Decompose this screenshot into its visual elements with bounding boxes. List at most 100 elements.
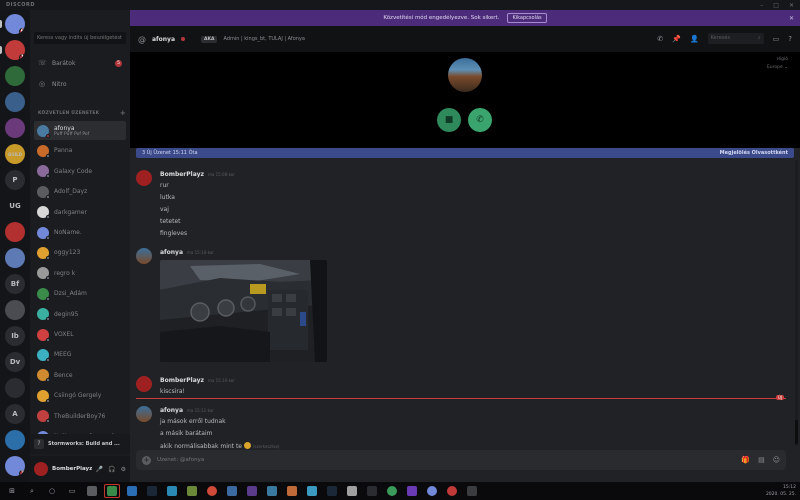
dm-list-item[interactable]: MEEG (34, 345, 126, 364)
author-avatar[interactable] (136, 170, 152, 186)
dm-list-item[interactable]: TheBuilderBoy76 (34, 407, 126, 426)
message-author[interactable]: afonya (160, 407, 183, 414)
server-icon[interactable]: A (5, 404, 25, 424)
dm-search-input[interactable] (34, 32, 126, 44)
server-icon[interactable] (5, 118, 25, 138)
upload-plus-icon[interactable]: + (142, 455, 151, 465)
app-icon[interactable] (344, 484, 360, 498)
discord-icon[interactable] (424, 484, 440, 498)
chrome-icon[interactable] (204, 484, 220, 498)
dm-list-item[interactable]: Dzsi_Ádám (34, 284, 126, 303)
server-icon[interactable] (5, 430, 25, 450)
message-author[interactable]: afonya (160, 249, 183, 256)
new-messages-bar[interactable]: 3 Új Üzenet 15:11 Óta Megjelölés Olvasot… (136, 148, 794, 158)
author-avatar[interactable] (136, 248, 152, 264)
app-icon[interactable] (244, 484, 260, 498)
store-icon[interactable] (84, 484, 100, 498)
video-call-button[interactable]: ■ (437, 108, 461, 132)
message-author[interactable]: BomberPlayz (160, 377, 204, 384)
vscode-icon[interactable] (124, 484, 140, 498)
dm-list-item[interactable]: Panna (34, 141, 126, 160)
server-icon[interactable] (5, 248, 25, 268)
nitro-nav-item[interactable]: ◎ Nitro (34, 76, 126, 92)
user-settings-gear-icon[interactable]: ⚙ (121, 466, 126, 473)
steam-icon[interactable] (144, 484, 160, 498)
message-scrollbar[interactable] (795, 160, 798, 446)
help-icon[interactable]: ? (788, 35, 792, 43)
screenshot-icon[interactable] (224, 484, 240, 498)
server-icon[interactable]: Ib (5, 326, 25, 346)
region-selector[interactable]: régió Europe ⌄ (767, 56, 788, 72)
server-icon[interactable]: Dv (5, 352, 25, 372)
dm-list-item[interactable]: NoName. (34, 223, 126, 242)
message-input[interactable] (157, 457, 736, 463)
dm-list-item[interactable]: regro k (34, 264, 126, 283)
task-view-icon[interactable]: ○ (44, 484, 60, 498)
disable-streamer-mode-button[interactable]: Kikapcsolás (507, 13, 547, 23)
image-attachment[interactable] (160, 260, 327, 362)
server-icon[interactable]: UG (5, 196, 25, 216)
app-icon[interactable] (264, 484, 280, 498)
server-icon[interactable] (5, 66, 25, 86)
minimize-button[interactable]: – (760, 2, 763, 9)
mute-microphone-icon[interactable]: 🎤 (96, 466, 103, 473)
deafen-headphones-icon[interactable]: 🎧 (108, 466, 115, 473)
join-call-button[interactable]: ✆ (468, 108, 492, 132)
server-icon[interactable]: 7 (5, 456, 25, 476)
inbox-icon[interactable]: ▭ (773, 35, 780, 43)
author-avatar[interactable] (136, 376, 152, 392)
mark-as-read-button[interactable]: Megjelölés Olvasottként (720, 150, 788, 156)
emoji-picker-icon[interactable]: ☺ (773, 456, 780, 464)
server-icon[interactable]: 6 (5, 14, 25, 34)
gift-icon[interactable]: 🎁 (741, 456, 750, 464)
app-icon[interactable] (304, 484, 320, 498)
app-icon[interactable] (104, 484, 120, 498)
dm-list-item[interactable]: VOXEL (34, 325, 126, 344)
gif-icon[interactable]: ▤ (758, 456, 765, 464)
visual-studio-icon[interactable] (404, 484, 420, 498)
author-avatar[interactable] (136, 406, 152, 422)
server-icon[interactable]: GUILD (5, 144, 25, 164)
start-voice-call-icon[interactable]: ✆ (657, 35, 663, 43)
dm-list-item[interactable]: Adolf_Dayz (34, 182, 126, 201)
user-avatar[interactable] (34, 462, 48, 476)
friends-nav-item[interactable]: ☏ Barátok 5 (34, 55, 126, 71)
add-dm-button[interactable]: + (120, 109, 126, 117)
server-icon[interactable] (5, 222, 25, 242)
steam-icon[interactable] (324, 484, 340, 498)
channel-search-input[interactable]: Keresés ⌕ (707, 33, 764, 44)
server-icon[interactable]: 1 (5, 40, 25, 60)
edge-icon[interactable] (164, 484, 180, 498)
maximize-button[interactable]: □ (773, 2, 779, 9)
message-author[interactable]: BomberPlayz (160, 171, 204, 178)
server-icon[interactable]: Bf (5, 274, 25, 294)
dm-list-item[interactable]: oggy123 (34, 243, 126, 262)
now-playing-activity[interactable]: ? Stormworks: Build and ... (30, 434, 130, 454)
server-icon[interactable] (5, 300, 25, 320)
dm-list-item[interactable]: Bence (34, 366, 126, 385)
start-button-icon[interactable]: ⊞ (4, 484, 20, 498)
close-window-button[interactable]: ✕ (789, 2, 794, 9)
dm-list-item[interactable]: degin95 (34, 305, 126, 324)
taskbar-clock[interactable]: 15:12 2020. 05. 25. (766, 484, 796, 498)
app-icon[interactable] (284, 484, 300, 498)
app-icon[interactable] (384, 484, 400, 498)
notice-close-icon[interactable]: ✕ (789, 15, 794, 22)
minecraft-icon[interactable] (184, 484, 200, 498)
add-friends-to-dm-icon[interactable]: 👤 (690, 35, 699, 43)
app-icon[interactable] (464, 484, 480, 498)
taskview-icon[interactable]: ▭ (64, 484, 80, 498)
terminal-icon[interactable] (364, 484, 380, 498)
dm-list-item[interactable]: Galaxy Code (34, 162, 126, 181)
dm-list-item[interactable]: afonya Puff Puff Pof Pof (34, 121, 126, 140)
server-icon[interactable] (5, 92, 25, 112)
region-value: Europe (766, 65, 783, 70)
dm-list-item[interactable]: Csiingó Gergely (34, 386, 126, 405)
dm-list-item[interactable]: darkgamer (34, 203, 126, 222)
pinned-messages-icon[interactable]: 📌 (672, 35, 681, 43)
scrollbar-thumb[interactable] (795, 420, 798, 444)
server-icon[interactable]: P (5, 170, 25, 190)
server-icon[interactable] (5, 378, 25, 398)
app-icon[interactable] (444, 484, 460, 498)
search-icon[interactable]: ⌕ (24, 484, 40, 498)
